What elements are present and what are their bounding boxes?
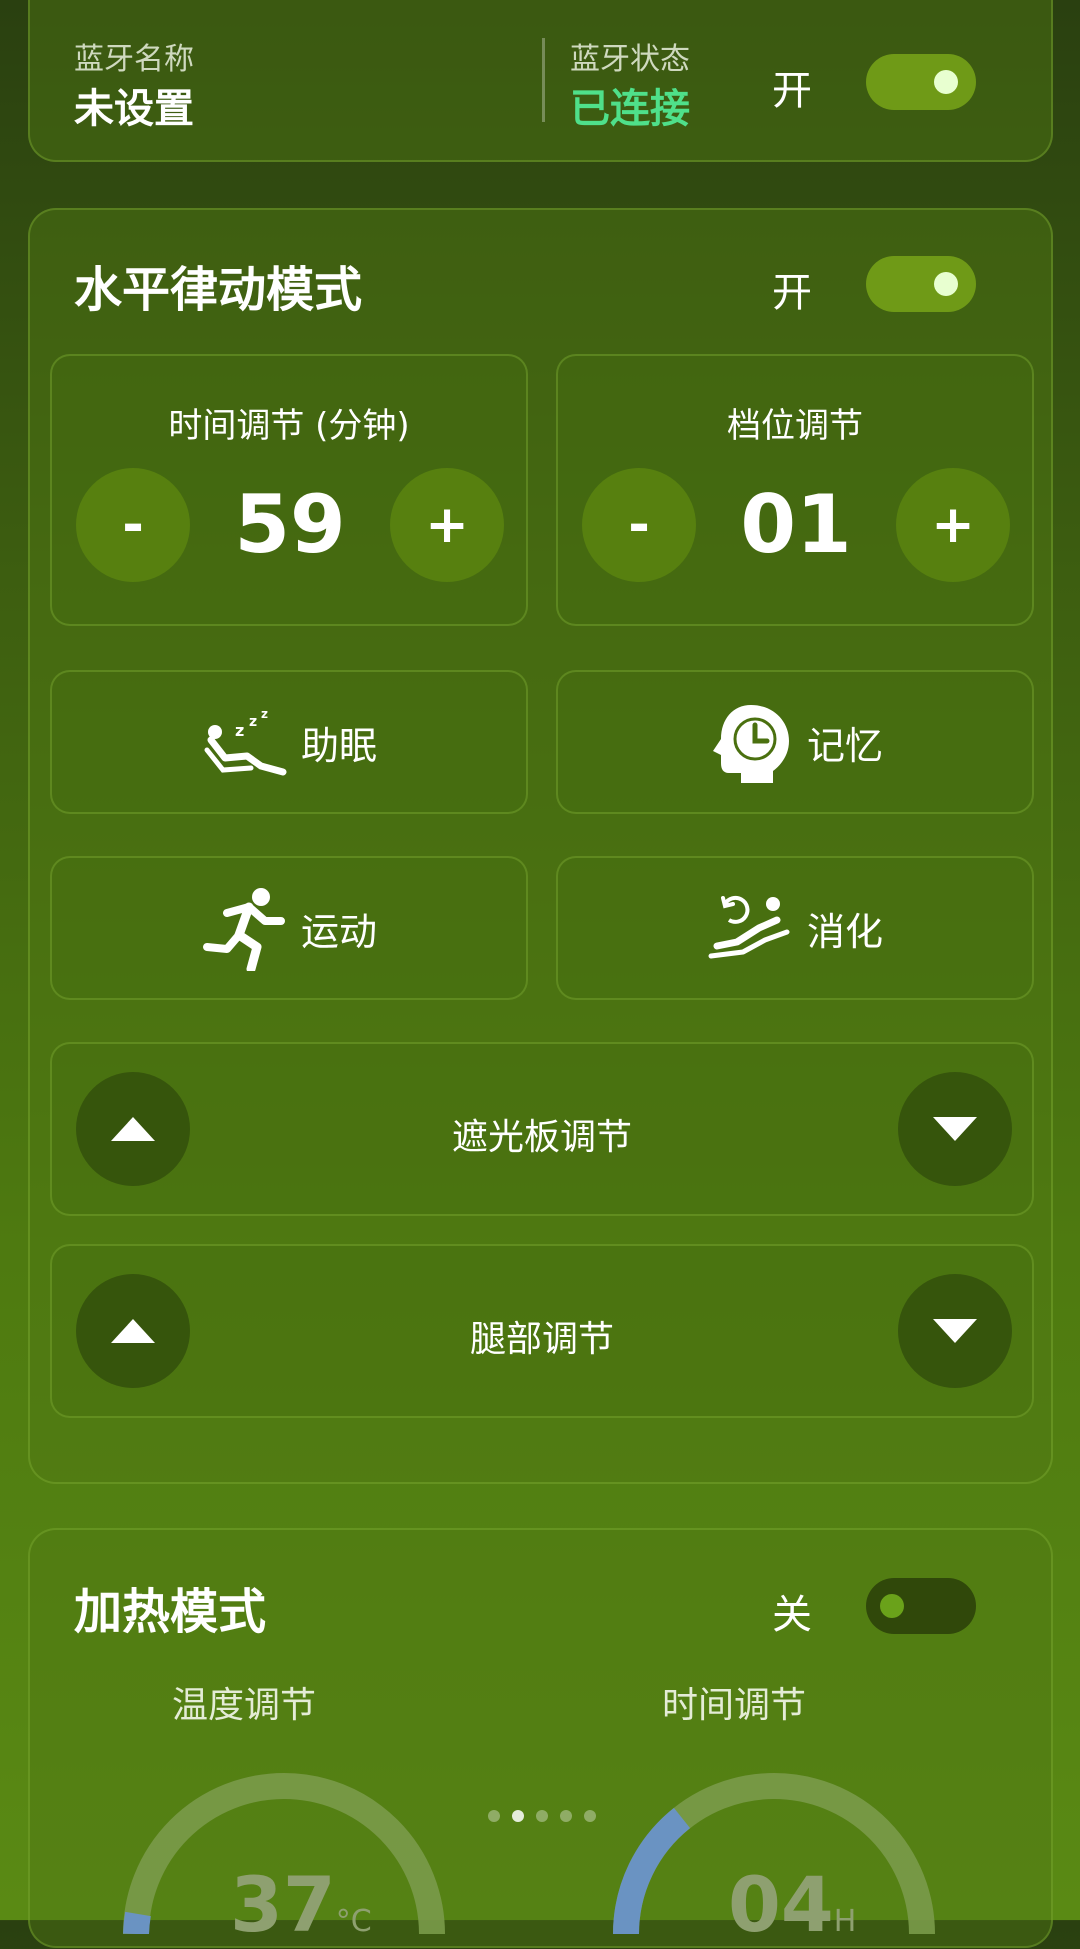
digest-recline-icon (707, 892, 793, 964)
time-plus-button[interactable]: + (390, 468, 504, 582)
bluetooth-toggle[interactable] (866, 54, 976, 110)
sleep-recline-icon: z z z (201, 706, 287, 778)
toggle-knob (934, 272, 958, 296)
pager-dot-active[interactable] (512, 1810, 524, 1822)
mode-label: 消化 (806, 909, 883, 954)
mode-button-sleep[interactable]: z z z 助眠 (50, 670, 528, 814)
gear-minus-button[interactable]: - (582, 468, 696, 582)
leg-down-button[interactable] (898, 1274, 1012, 1388)
bluetooth-card: 蓝牙名称 未设置 蓝牙状态 已连接 开 (28, 0, 1053, 162)
gear-plus-button[interactable]: + (896, 468, 1010, 582)
svg-text:z: z (249, 714, 257, 730)
rhythm-toggle[interactable] (866, 256, 976, 312)
rhythm-mode-title: 水平律动模式 (74, 262, 363, 318)
sunshade-label: 遮光板调节 (451, 1117, 632, 1158)
toggle-knob (880, 1594, 904, 1618)
bluetooth-name-label: 蓝牙名称 (74, 42, 194, 77)
time-adjust-panel: 时间调节 (分钟) - 59 + (50, 354, 528, 626)
rhythm-switch-label: 开 (772, 270, 812, 316)
heating-mode-title: 加热模式 (74, 1584, 267, 1640)
pager-dot[interactable] (584, 1810, 596, 1822)
time-value: 59 (234, 478, 346, 571)
time-adjust-label: 时间调节 (分钟) (168, 406, 410, 446)
bluetooth-name-value: 未设置 (74, 86, 194, 132)
bluetooth-switch-label: 开 (772, 68, 812, 114)
temperature-unit: °C (335, 1904, 372, 1939)
bluetooth-status-value: 已连接 (570, 86, 690, 132)
heating-toggle[interactable] (866, 1578, 976, 1634)
heating-time-adjust-label: 时间调节 (661, 1685, 806, 1726)
pager-dot[interactable] (488, 1810, 500, 1822)
gear-adjust-label: 档位调节 (727, 406, 863, 446)
heating-switch-label: 关 (772, 1592, 812, 1638)
divider (542, 38, 545, 122)
leg-label: 腿部调节 (469, 1319, 614, 1360)
toggle-knob (934, 70, 958, 94)
mode-label: 助眠 (300, 723, 377, 768)
gear-adjust-panel: 档位调节 - 01 + (556, 354, 1034, 626)
gear-value: 01 (740, 478, 852, 571)
mode-label: 运动 (300, 909, 377, 954)
pager-dot[interactable] (536, 1810, 548, 1822)
arrow-down-icon (933, 1117, 977, 1141)
memory-head-clock-icon (707, 699, 793, 785)
mode-button-digest[interactable]: 消化 (556, 856, 1034, 1000)
sunshade-down-button[interactable] (898, 1072, 1012, 1186)
svg-text:z: z (261, 707, 268, 721)
heating-time-value: 04 (728, 1860, 834, 1949)
svg-text:z: z (235, 721, 244, 740)
leg-adjust-row: 腿部调节 (50, 1244, 1034, 1418)
bluetooth-status-label: 蓝牙状态 (570, 42, 690, 77)
time-minus-button[interactable]: - (76, 468, 190, 582)
temperature-adjust-label: 温度调节 (171, 1685, 316, 1726)
temperature-value-group: 37°C (230, 1860, 372, 1949)
heating-time-value-group: 04H (728, 1860, 856, 1949)
arrow-down-icon (933, 1319, 977, 1343)
running-person-icon (201, 885, 287, 974)
sunshade-adjust-row: 遮光板调节 (50, 1042, 1034, 1216)
mode-button-sport[interactable]: 运动 (50, 856, 528, 1000)
rhythm-mode-card: 水平律动模式 开 时间调节 (分钟) - 59 + 档位调节 - 01 + z … (28, 208, 1053, 1484)
pager-dot[interactable] (560, 1810, 572, 1822)
heating-mode-card: 加热模式 关 温度调节 时间调节 37°C 04H (28, 1528, 1053, 1949)
temperature-value: 37 (230, 1860, 336, 1949)
mode-button-memory[interactable]: 记忆 (556, 670, 1034, 814)
heating-time-unit: H (833, 1904, 857, 1939)
mode-label: 记忆 (806, 723, 883, 768)
